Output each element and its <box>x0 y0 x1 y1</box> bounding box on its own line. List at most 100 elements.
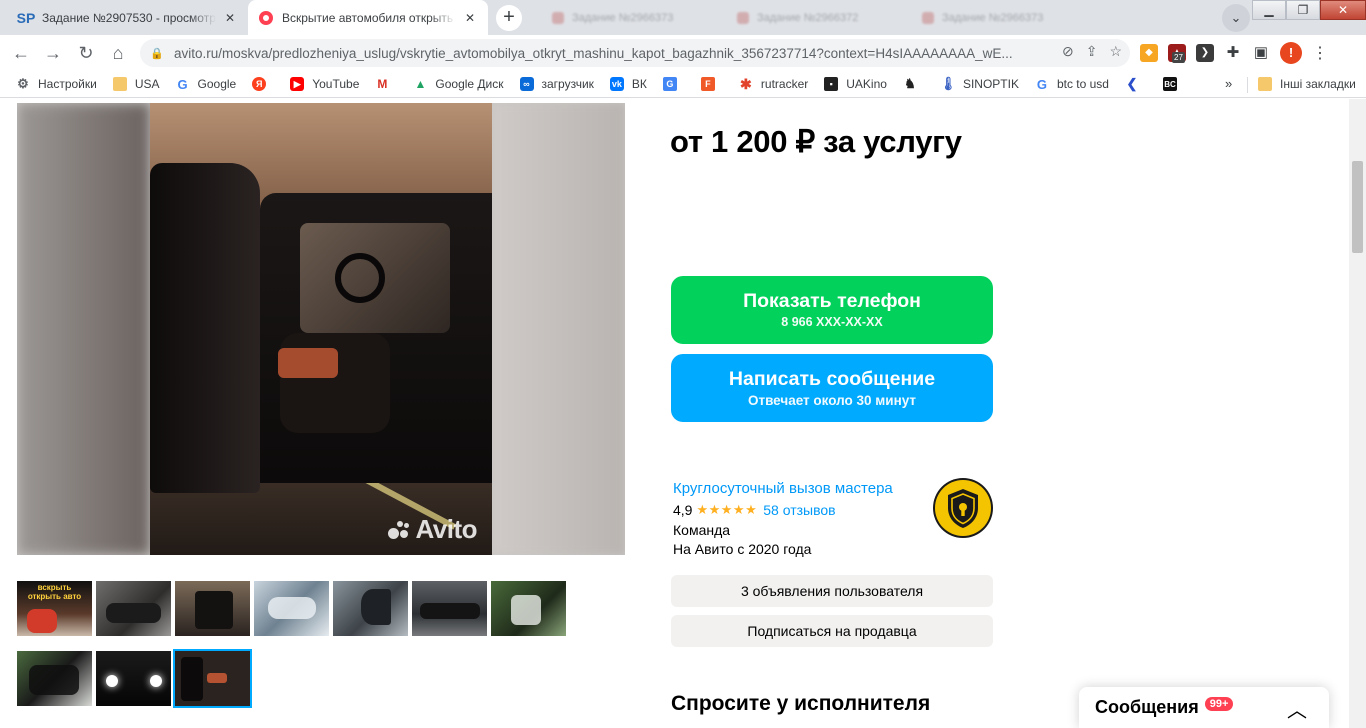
seller-avatar[interactable] <box>933 478 993 538</box>
seller-name-link[interactable]: Круглосуточный вызов мастера <box>673 480 893 497</box>
tab-background[interactable]: Задание №2966373 <box>910 0 1095 35</box>
vk-icon: vk <box>609 77 624 91</box>
main-photo[interactable]: Avito <box>17 103 625 555</box>
side-panel-icon[interactable]: ▣ <box>1252 44 1270 62</box>
scrollbar-thumb[interactable] <box>1352 161 1363 253</box>
bookmark-google-drive[interactable]: ▲ Google Диск <box>413 77 503 91</box>
bookmark-usa[interactable]: USA <box>112 77 160 91</box>
profile-avatar[interactable]: ! <box>1280 42 1302 64</box>
bookmark-bc[interactable]: BC <box>1162 77 1185 91</box>
thumbnail-selected[interactable] <box>173 649 252 708</box>
extension-arrow-icon[interactable]: ❯ <box>1196 44 1214 62</box>
back-button[interactable]: ← <box>8 40 34 66</box>
extension-red-icon[interactable]: ▲27 <box>1168 44 1186 63</box>
bookmark-translate[interactable]: G <box>662 77 685 91</box>
bookmark-settings[interactable]: ⚙ Настройки <box>16 76 97 91</box>
tab-avito[interactable]: Вскрытие автомобиля открыть машину ✕ <box>248 0 488 35</box>
bookmark-yandex[interactable]: Я <box>252 77 274 91</box>
window-close-button[interactable]: ✕ <box>1320 0 1366 20</box>
car-photo <box>150 103 492 555</box>
address-bar[interactable]: 🔒 avito.ru/moskva/predlozheniya_uslug/vs… <box>140 39 1130 67</box>
new-tab-button[interactable]: + <box>496 5 522 31</box>
thumbnail[interactable]: вскрыть открыть авто <box>17 581 92 636</box>
url-text[interactable]: avito.ru/moskva/predlozheniya_uslug/vskr… <box>174 46 1044 61</box>
price: от 1 200 ₽ за услугу <box>670 124 962 159</box>
close-tab-icon[interactable]: ✕ <box>462 11 478 25</box>
thumbnail[interactable] <box>175 581 250 636</box>
share-icon[interactable]: ⇪ <box>1086 43 1098 60</box>
photo-blur-left <box>17 103 150 555</box>
bookmark-gmail[interactable]: M <box>375 77 397 91</box>
bc-icon: BC <box>1162 77 1177 91</box>
show-phone-button[interactable]: Показать телефон 8 966 XXX-XX-XX <box>671 276 993 344</box>
bookmark-youtube[interactable]: ▶ YouTube <box>290 77 359 91</box>
tab-background[interactable]: Задание №2966372 <box>725 0 910 35</box>
thumbnail[interactable] <box>96 581 171 636</box>
avito-favicon-icon <box>258 10 274 26</box>
bookmark-f[interactable]: F <box>700 77 723 91</box>
tab-title: Задание №2907530 - просмотр <box>42 10 216 25</box>
bookmark-google[interactable]: G Google <box>176 76 236 92</box>
bookmark-star-icon[interactable]: ☆ <box>1109 43 1122 60</box>
background-tabs: Задание №2966373 Задание №2966372 Задани… <box>540 0 1140 35</box>
home-button[interactable]: ⌂ <box>105 40 131 66</box>
messenger-unread-badge: 99+ <box>1204 696 1234 711</box>
ask-seller-heading: Спросите у исполнителя <box>671 692 931 715</box>
bookmark-chess[interactable]: ♞ <box>903 76 925 91</box>
forward-button[interactable]: → <box>40 40 66 66</box>
lock-icon[interactable]: 🔒 <box>150 47 164 60</box>
rutracker-icon: ✱ <box>740 75 752 92</box>
thumbnail[interactable] <box>96 651 171 706</box>
pawn-icon: ♞ <box>904 76 916 91</box>
thumbnail[interactable] <box>333 581 408 636</box>
avito-logo-icon <box>388 519 412 541</box>
reload-button[interactable]: ↻ <box>73 40 99 66</box>
maximize-button[interactable]: ❐ <box>1286 0 1320 20</box>
minimize-button[interactable]: ▁ <box>1252 0 1286 20</box>
subscribe-seller-button[interactable]: Подписаться на продавца <box>671 615 993 647</box>
google-icon: G <box>177 76 188 92</box>
bookmark-btc[interactable]: Gbtc to usd <box>1035 76 1109 92</box>
bookmark-arrow[interactable]: ❮ <box>1125 76 1147 91</box>
bookmark-uakino[interactable]: ▪ UAKino <box>824 77 887 91</box>
bookmark-loader[interactable]: ∞ загрузчик <box>519 77 594 91</box>
write-message-button[interactable]: Написать сообщение Отвечает около 30 мин… <box>671 354 993 422</box>
bookmarks-overflow-button[interactable]: » <box>1225 76 1232 91</box>
messenger-widget[interactable]: Сообщения 99+ ︿ <box>1079 687 1329 728</box>
reviews-link[interactable]: 58 отзывов <box>763 502 835 518</box>
thumbnail[interactable] <box>412 581 487 636</box>
tab-search-button[interactable]: ⌄ <box>1222 4 1250 32</box>
menu-dots-icon[interactable]: ⋮ <box>1312 43 1328 63</box>
browser-toolbar: ← → ↻ ⌂ 🔒 avito.ru/moskva/predlozheniya_… <box>0 35 1366 71</box>
blocked-popup-icon[interactable]: ⊘ <box>1062 43 1074 60</box>
chevron-up-icon[interactable]: ︿ <box>1287 694 1307 723</box>
tab-background[interactable]: Задание №2966373 <box>540 0 725 35</box>
other-bookmarks[interactable]: Інші закладки <box>1258 77 1356 91</box>
google-icon: G <box>1036 76 1048 92</box>
uakino-icon: ▪ <box>824 77 839 91</box>
close-tab-icon[interactable]: ✕ <box>222 11 238 25</box>
bookmarks-separator <box>1247 77 1248 93</box>
extension-shield-icon[interactable]: ◆ <box>1140 44 1158 62</box>
thumbnail[interactable] <box>254 581 329 636</box>
folder-icon <box>112 77 127 91</box>
photo-blur-right <box>492 103 625 555</box>
bookmark-sinoptik[interactable]: 🌡 SINOPTIK <box>939 76 1019 91</box>
tab-task[interactable]: SP Задание №2907530 - просмотр ✕ <box>8 0 248 35</box>
gear-icon: ⚙ <box>17 76 29 91</box>
page-scrollbar[interactable] <box>1349 99 1366 728</box>
extensions-puzzle-icon[interactable]: ✚ <box>1224 44 1242 62</box>
f-icon: F <box>700 77 715 91</box>
yandex-icon: Я <box>252 77 267 91</box>
avito-watermark: Avito <box>388 514 477 545</box>
gmail-icon: M <box>377 77 388 91</box>
tab-title: Вскрытие автомобиля открыть машину <box>282 10 456 25</box>
bookmark-rutracker[interactable]: ✱ rutracker <box>739 75 808 92</box>
folder-icon <box>1258 77 1272 91</box>
seller-rating: 4,9 ★★★★★ 58 отзывов <box>673 502 836 518</box>
thumbnail[interactable] <box>17 651 92 706</box>
seller-ads-button[interactable]: 3 объявления пользователя <box>671 575 993 607</box>
thermometer-icon: 🌡 <box>939 76 957 91</box>
bookmark-vk[interactable]: vk ВК <box>609 77 647 91</box>
thumbnail[interactable] <box>491 581 566 636</box>
